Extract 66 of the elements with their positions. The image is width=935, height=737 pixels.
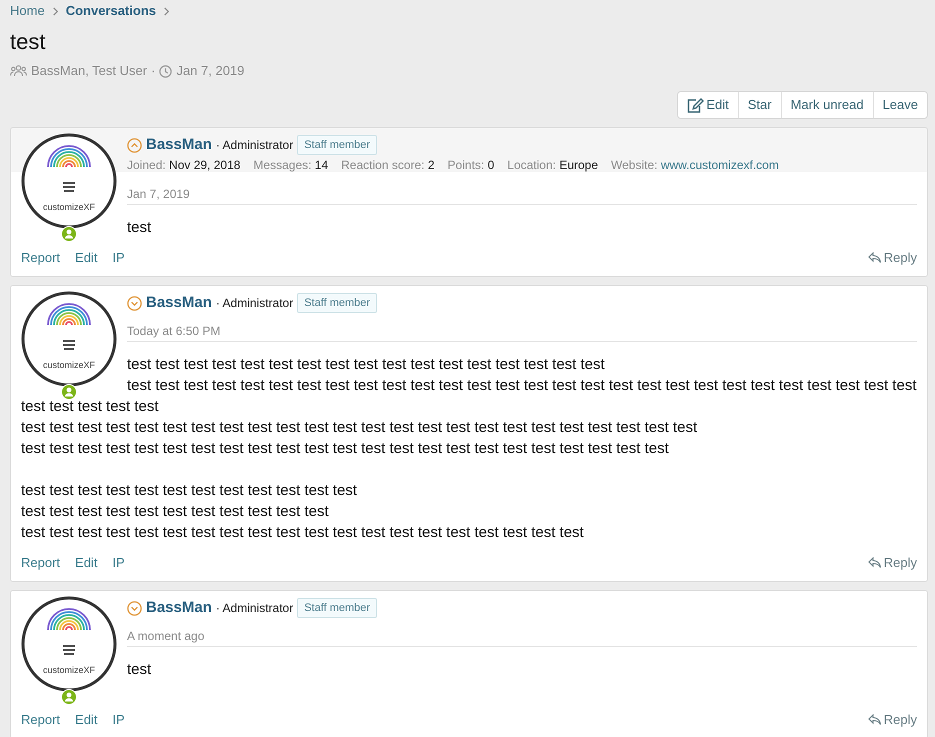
edit-icon xyxy=(687,98,704,112)
toolbar-button[interactable]: Leave xyxy=(872,92,927,118)
message-action-link[interactable]: Edit xyxy=(75,710,98,730)
message-action-link[interactable]: Report xyxy=(21,248,60,268)
reply-link[interactable]: Reply xyxy=(868,248,917,268)
lightbulb-drawing xyxy=(47,145,91,192)
message-action-link[interactable]: IP xyxy=(112,248,125,268)
toolbar-button[interactable]: Star xyxy=(738,92,781,118)
toggle-chevron-icon[interactable] xyxy=(127,296,142,310)
reply-arrow-icon xyxy=(868,252,882,264)
message-text-line: test xyxy=(127,219,152,236)
reply-arrow-icon xyxy=(868,557,882,569)
avatar-caption: customizeXF xyxy=(42,665,96,676)
breadcrumb-link[interactable]: Home xyxy=(10,2,45,20)
toggle-chevron-icon[interactable] xyxy=(127,138,142,152)
user-stat: Joined: Nov 29, 2018 xyxy=(127,157,240,174)
user-role: · Administrator xyxy=(216,295,294,312)
user-stat: Messages: 14 xyxy=(253,157,328,174)
message-date[interactable]: Jan 7, 2019 xyxy=(127,177,917,205)
separator-dot: · xyxy=(151,63,156,79)
chevron-right-icon xyxy=(50,6,60,16)
message-action-link[interactable]: IP xyxy=(112,553,125,573)
username-link[interactable]: BassMan xyxy=(146,292,212,314)
reply-link[interactable]: Reply xyxy=(868,553,917,573)
message-action-link[interactable]: IP xyxy=(112,710,125,730)
conversation-date: Jan 7, 2019 xyxy=(176,63,244,79)
website-link[interactable]: www.customizexf.com xyxy=(660,158,779,172)
staff-badge: Staff member xyxy=(297,134,378,156)
clock-icon xyxy=(159,64,172,78)
message-text-line: test test test test test test test test test test test test test test test test test test test test xyxy=(21,524,584,541)
breadcrumb-link[interactable]: Conversations xyxy=(66,2,156,20)
toggle-chevron-icon[interactable] xyxy=(127,600,142,616)
lightbulb-drawing xyxy=(47,608,91,655)
avatar-caption: customizeXF xyxy=(42,202,96,213)
reply-link[interactable]: Reply xyxy=(868,710,917,730)
stat-label: Website: xyxy=(611,158,658,172)
message-action-link[interactable]: Edit xyxy=(75,553,98,573)
message-text-line: test test test test test test test test test test test xyxy=(21,503,329,520)
staff-badge: Staff member xyxy=(297,598,378,618)
staff-badge: Staff member xyxy=(297,292,378,314)
message-action-link[interactable]: Report xyxy=(21,553,60,573)
message-text-line: test test test test test test test test test test test test xyxy=(21,482,357,499)
message-text-line: test xyxy=(127,661,152,678)
user-stat: Location: Europe xyxy=(507,157,598,174)
message-date[interactable]: A moment ago xyxy=(127,619,917,647)
username-link[interactable]: BassMan xyxy=(146,134,212,156)
reply-arrow-icon xyxy=(868,714,882,726)
participants-icon xyxy=(10,65,27,77)
message-action-link[interactable]: Edit xyxy=(75,248,98,268)
message-text-line: test test test test test test test test test test test test test test test test test xyxy=(127,356,605,373)
message-text-line: test test test test test test test test test test test test test test test test test test test test test test test test xyxy=(21,419,698,436)
avatar-caption: customizeXF xyxy=(42,360,96,371)
toolbar-button[interactable]: Edit xyxy=(678,92,738,118)
message-action-link[interactable]: Report xyxy=(21,710,60,730)
message-text-line: test test test test test test test test test test test test test test test test test test test test test test test xyxy=(21,440,669,457)
user-stat: Reaction score: 2 xyxy=(341,157,435,174)
user-role: · Administrator xyxy=(216,137,294,154)
message-date[interactable]: Today at 6:50 PM xyxy=(127,314,917,342)
user-stat: Points: 0 xyxy=(448,157,494,174)
chevron-right-icon xyxy=(162,6,171,16)
lightbulb-drawing xyxy=(47,303,91,350)
toolbar-button[interactable]: Mark unread xyxy=(780,92,873,118)
participants-text: BassMan, Test User xyxy=(31,63,148,79)
username-link[interactable]: BassMan xyxy=(146,596,212,620)
user-role: · Administrator xyxy=(216,600,294,617)
page-title: test xyxy=(10,28,46,56)
